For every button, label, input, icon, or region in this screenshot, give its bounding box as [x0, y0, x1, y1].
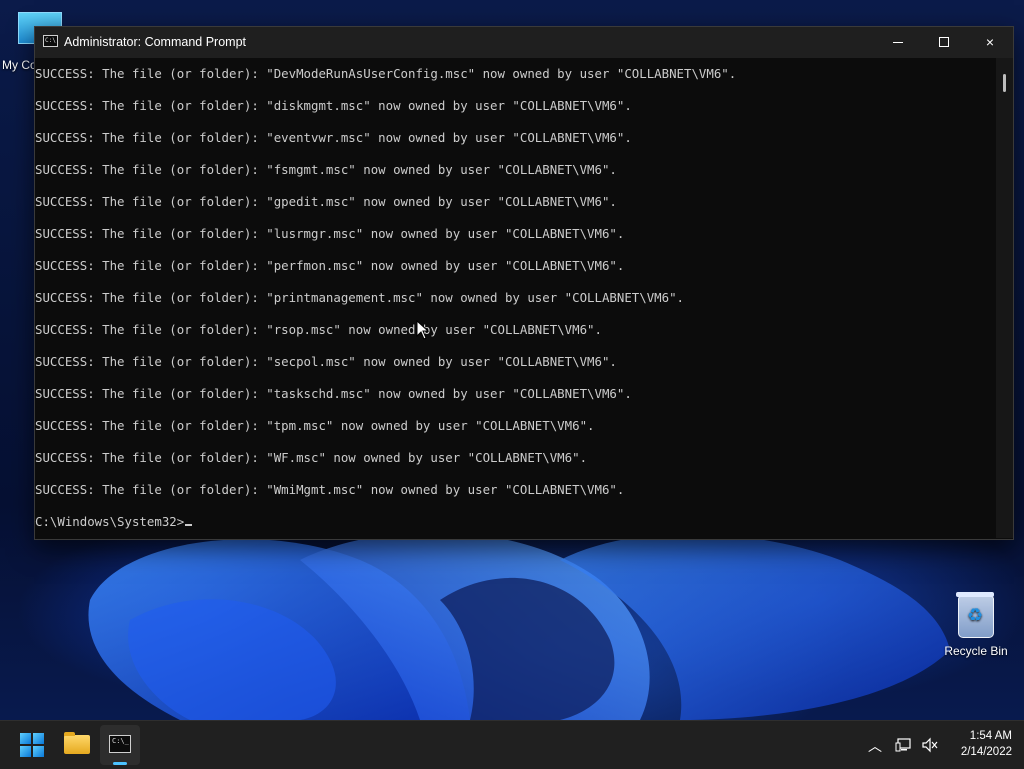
- window-title: Administrator: Command Prompt: [64, 35, 247, 49]
- taskbar-command-prompt[interactable]: C:\_: [100, 725, 140, 765]
- console-line: SUCCESS: The file (or folder): "eventvwr…: [35, 130, 632, 145]
- console-prompt-line[interactable]: C:\Windows\System32>: [35, 514, 193, 530]
- scrollbar-thumb[interactable]: [1003, 74, 1006, 92]
- windows-start-icon: [20, 733, 44, 757]
- maximize-button[interactable]: [921, 27, 967, 58]
- command-prompt-window[interactable]: C:\ Administrator: Command Prompt × SUCC…: [34, 26, 1014, 540]
- console-line: SUCCESS: The file (or folder): "gpedit.m…: [35, 194, 617, 209]
- console-line: SUCCESS: The file (or folder): "diskmgmt…: [35, 98, 632, 113]
- close-button[interactable]: ×: [967, 27, 1013, 58]
- clock-date: 2/14/2022: [960, 746, 1012, 758]
- recycle-bin-icon: ♻: [956, 592, 994, 638]
- desktop-icon-recycle-bin[interactable]: ♻ Recycle Bin: [940, 592, 1012, 658]
- console-line: SUCCESS: The file (or folder): "rsop.msc…: [35, 322, 602, 337]
- volume-muted-icon[interactable]: [921, 737, 939, 753]
- console-line: SUCCESS: The file (or folder): "perfmon.…: [35, 258, 625, 273]
- vertical-scrollbar[interactable]: [996, 58, 1013, 538]
- console-line: SUCCESS: The file (or folder): "WmiMgmt.…: [35, 482, 625, 497]
- console-line: SUCCESS: The file (or folder): "taskschd…: [35, 386, 632, 401]
- console-line: SUCCESS: The file (or folder): "tpm.msc"…: [35, 418, 595, 433]
- title-bar[interactable]: C:\ Administrator: Command Prompt ×: [35, 27, 1013, 58]
- console-output[interactable]: SUCCESS: The file (or folder): "DevModeR…: [35, 58, 995, 538]
- start-button[interactable]: [12, 725, 52, 765]
- close-icon: ×: [985, 34, 995, 50]
- desktop-icon-label: Recycle Bin: [944, 644, 1008, 658]
- console-line: SUCCESS: The file (or folder): "DevModeR…: [35, 66, 737, 81]
- command-prompt-text: C:\Windows\System32>: [35, 514, 185, 529]
- console-line: SUCCESS: The file (or folder): "printman…: [35, 290, 685, 305]
- console-line: SUCCESS: The file (or folder): "secpol.m…: [35, 354, 617, 369]
- console-line: SUCCESS: The file (or folder): "WF.msc" …: [35, 450, 588, 465]
- clock-time: 1:54 AM: [969, 730, 1012, 742]
- system-clock[interactable]: 1:54 AM 2/14/2022: [948, 728, 1012, 760]
- folder-icon: [64, 732, 90, 754]
- mouse-pointer-icon: [416, 320, 430, 340]
- cmd-icon: C:\_: [109, 735, 131, 753]
- minimize-button[interactable]: [875, 27, 921, 58]
- console-line: SUCCESS: The file (or folder): "fsmgmt.m…: [35, 162, 617, 177]
- network-icon[interactable]: [895, 737, 913, 753]
- chevron-up-icon[interactable]: ︿: [868, 736, 882, 756]
- text-cursor: [185, 524, 193, 526]
- taskbar-file-explorer[interactable]: [57, 725, 97, 765]
- desktop-icon-label: My Co: [2, 58, 37, 72]
- cmd-icon: C:\: [43, 35, 58, 47]
- console-line: SUCCESS: The file (or folder): "lusrmgr.…: [35, 226, 625, 241]
